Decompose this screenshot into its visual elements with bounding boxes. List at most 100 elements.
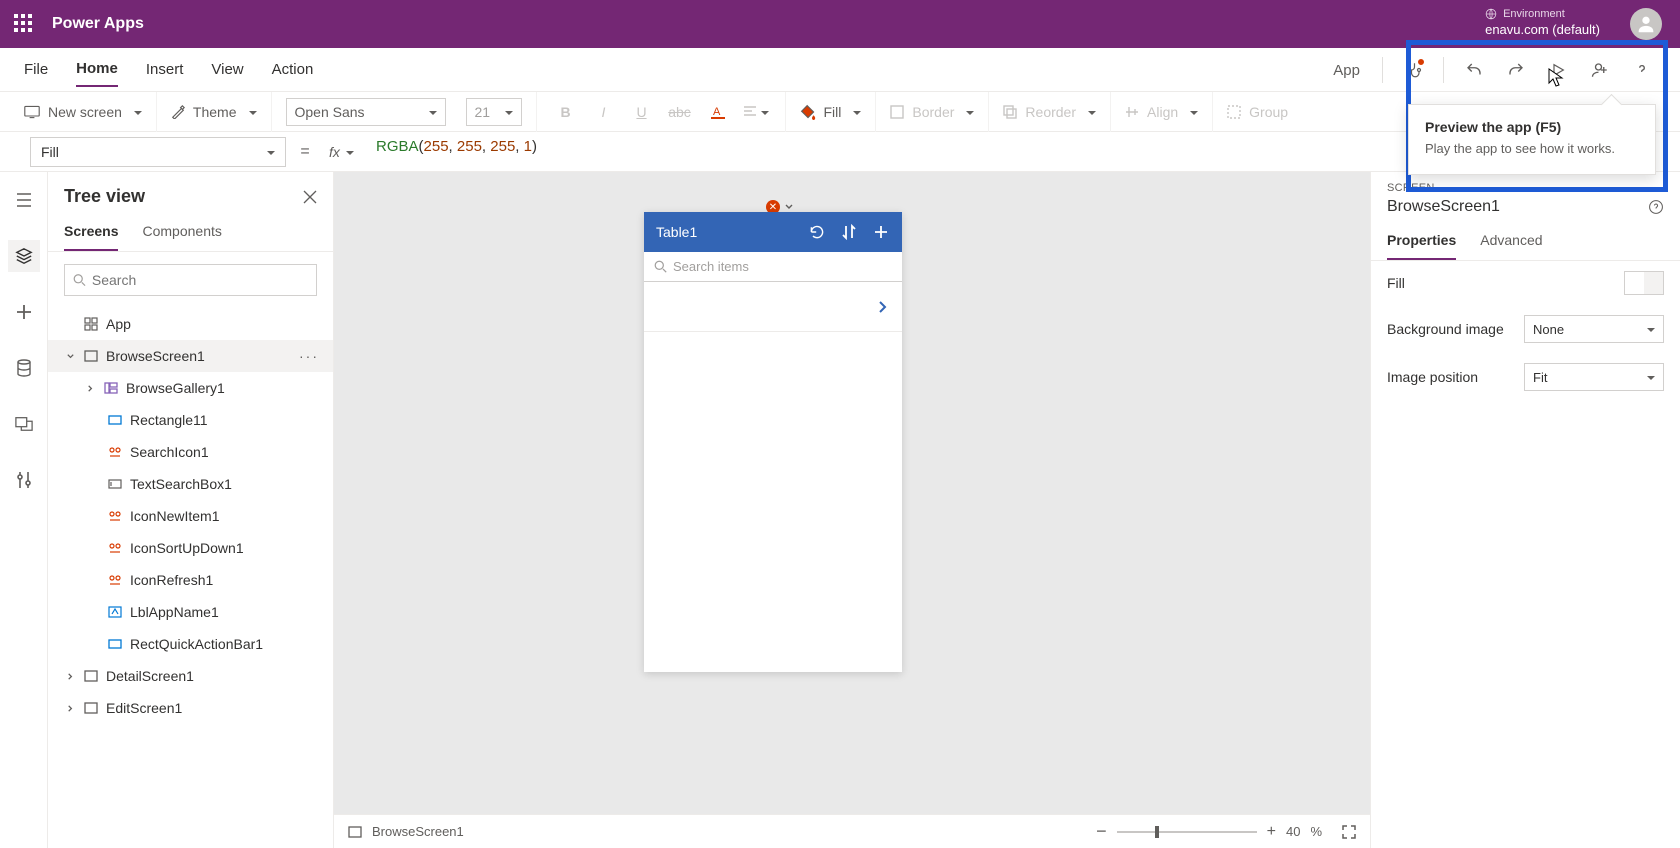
tree-node-rectangle11[interactable]: Rectangle11 — [48, 404, 333, 436]
font-color-button[interactable]: A — [703, 97, 733, 127]
redo-icon — [1507, 61, 1525, 79]
search-icon — [73, 273, 86, 287]
menu-row: File Home Insert View Action App — [0, 48, 1680, 92]
tab-advanced[interactable]: Advanced — [1480, 226, 1542, 260]
close-tree-button[interactable] — [303, 190, 317, 204]
italic-button[interactable]: I — [589, 97, 619, 127]
expand-icon — [1342, 825, 1356, 839]
tree-node-iconnewitem[interactable]: IconNewItem1 — [48, 500, 333, 532]
undo-button[interactable] — [1456, 52, 1492, 88]
screen-icon — [348, 826, 362, 838]
sliders-icon — [17, 471, 31, 489]
group-button[interactable]: Group — [1213, 92, 1302, 132]
tree-node-app[interactable]: App — [48, 308, 333, 340]
chevron-down-icon — [784, 202, 794, 212]
zoom-out-button[interactable]: − — [1096, 821, 1107, 842]
prop-imgpos-dropdown[interactable]: Fit — [1524, 363, 1664, 391]
text-format-group: B I U abc A — [537, 92, 786, 132]
phone-preview[interactable]: Table1 Search items — [644, 212, 902, 672]
property-dropdown[interactable]: Fill — [30, 137, 286, 167]
tree-node-textsearchbox[interactable]: TextSearchBox1 — [48, 468, 333, 500]
strike-button[interactable]: abc — [665, 97, 695, 127]
align-objects-icon — [1125, 105, 1139, 119]
preview-sort-icon[interactable] — [840, 223, 858, 241]
tree-node-rectquick[interactable]: RectQuickActionBar1 — [48, 628, 333, 660]
font-name-dropdown[interactable]: Open Sans — [272, 92, 452, 132]
plus-icon — [16, 304, 32, 320]
tree-node-gallery[interactable]: BrowseGallery1 — [48, 372, 333, 404]
tree-search-input[interactable] — [92, 272, 308, 288]
prop-fill-swatch[interactable] — [1624, 271, 1664, 295]
tree-node-editscreen[interactable]: EditScreen1 — [48, 692, 333, 724]
app-checker-button[interactable] — [1395, 52, 1431, 88]
zoom-slider[interactable] — [1117, 831, 1257, 833]
rectangle-icon — [108, 415, 122, 425]
chevron-right-icon — [66, 672, 75, 681]
preview-appbar: Table1 — [644, 212, 902, 252]
media-icon — [15, 416, 33, 432]
menu-file[interactable]: File — [24, 53, 48, 86]
prop-bg-dropdown[interactable]: None — [1524, 315, 1664, 343]
border-button[interactable]: Border — [876, 92, 989, 132]
help-button[interactable] — [1624, 52, 1660, 88]
rail-insert[interactable] — [8, 296, 40, 328]
menu-view[interactable]: View — [211, 53, 243, 86]
tree-view-panel: Tree view Screens Components App BrowseS… — [48, 172, 334, 848]
rail-advanced[interactable] — [8, 464, 40, 496]
database-icon — [16, 359, 32, 377]
font-size-dropdown[interactable]: 21 — [452, 92, 537, 132]
status-screen-name: BrowseScreen1 — [372, 824, 464, 839]
rail-media[interactable] — [8, 408, 40, 440]
share-button[interactable] — [1582, 52, 1618, 88]
align-button[interactable]: Align — [1111, 92, 1213, 132]
tree-node-browsescreen[interactable]: BrowseScreen1 ··· — [48, 340, 333, 372]
reorder-button[interactable]: Reorder — [989, 92, 1111, 132]
preview-search[interactable]: Search items — [644, 252, 902, 282]
underline-button[interactable]: U — [627, 97, 657, 127]
new-screen-button[interactable]: New screen — [10, 92, 157, 132]
fill-button[interactable]: Fill — [786, 92, 877, 132]
environment-block[interactable]: Environment enavu.com (default) — [1485, 6, 1600, 38]
tree-node-searchicon[interactable]: SearchIcon1 — [48, 436, 333, 468]
group-icon — [1227, 105, 1241, 119]
bold-button[interactable]: B — [551, 97, 581, 127]
chevron-right-icon — [66, 704, 75, 713]
user-avatar[interactable] — [1630, 8, 1662, 40]
preview-refresh-icon[interactable] — [808, 223, 826, 241]
close-icon — [303, 190, 317, 204]
fx-button[interactable]: fx — [324, 137, 360, 167]
tab-components[interactable]: Components — [142, 215, 221, 251]
app-icon — [84, 317, 98, 331]
env-label: Environment — [1503, 6, 1565, 22]
tree-node-iconsort[interactable]: IconSortUpDown1 — [48, 532, 333, 564]
rail-hamburger[interactable] — [8, 184, 40, 216]
menu-home[interactable]: Home — [76, 52, 118, 87]
more-icon[interactable]: ··· — [299, 348, 325, 364]
redo-button[interactable] — [1498, 52, 1534, 88]
control-icon — [108, 542, 122, 554]
design-canvas[interactable]: ✕ Table1 Search items BrowseScre — [334, 172, 1370, 848]
tab-screens[interactable]: Screens — [64, 215, 118, 251]
rail-data[interactable] — [8, 352, 40, 384]
align-text-button[interactable] — [741, 97, 771, 127]
textbox-icon — [108, 479, 122, 489]
waffle-icon[interactable] — [14, 14, 34, 34]
tree-node-detailscreen[interactable]: DetailScreen1 — [48, 660, 333, 692]
prop-fill-label: Fill — [1387, 275, 1405, 291]
preview-add-icon[interactable] — [872, 223, 890, 241]
zoom-in-button[interactable]: + — [1267, 823, 1276, 841]
properties-help-button[interactable] — [1648, 199, 1664, 215]
tree-search[interactable] — [64, 264, 317, 296]
fit-to-screen-button[interactable] — [1342, 825, 1356, 839]
theme-button[interactable]: Theme — [157, 92, 272, 132]
screen-icon — [84, 350, 98, 362]
preview-list-item[interactable] — [644, 282, 902, 332]
menu-action[interactable]: Action — [272, 53, 314, 86]
rail-tree-view[interactable] — [8, 240, 40, 272]
tab-properties[interactable]: Properties — [1387, 226, 1456, 260]
tree-node-iconrefresh[interactable]: IconRefresh1 — [48, 564, 333, 596]
control-icon — [108, 510, 122, 522]
tree-node-lblappname[interactable]: LblAppName1 — [48, 596, 333, 628]
menu-insert[interactable]: Insert — [146, 53, 184, 86]
menu-app[interactable]: App — [1333, 62, 1360, 79]
